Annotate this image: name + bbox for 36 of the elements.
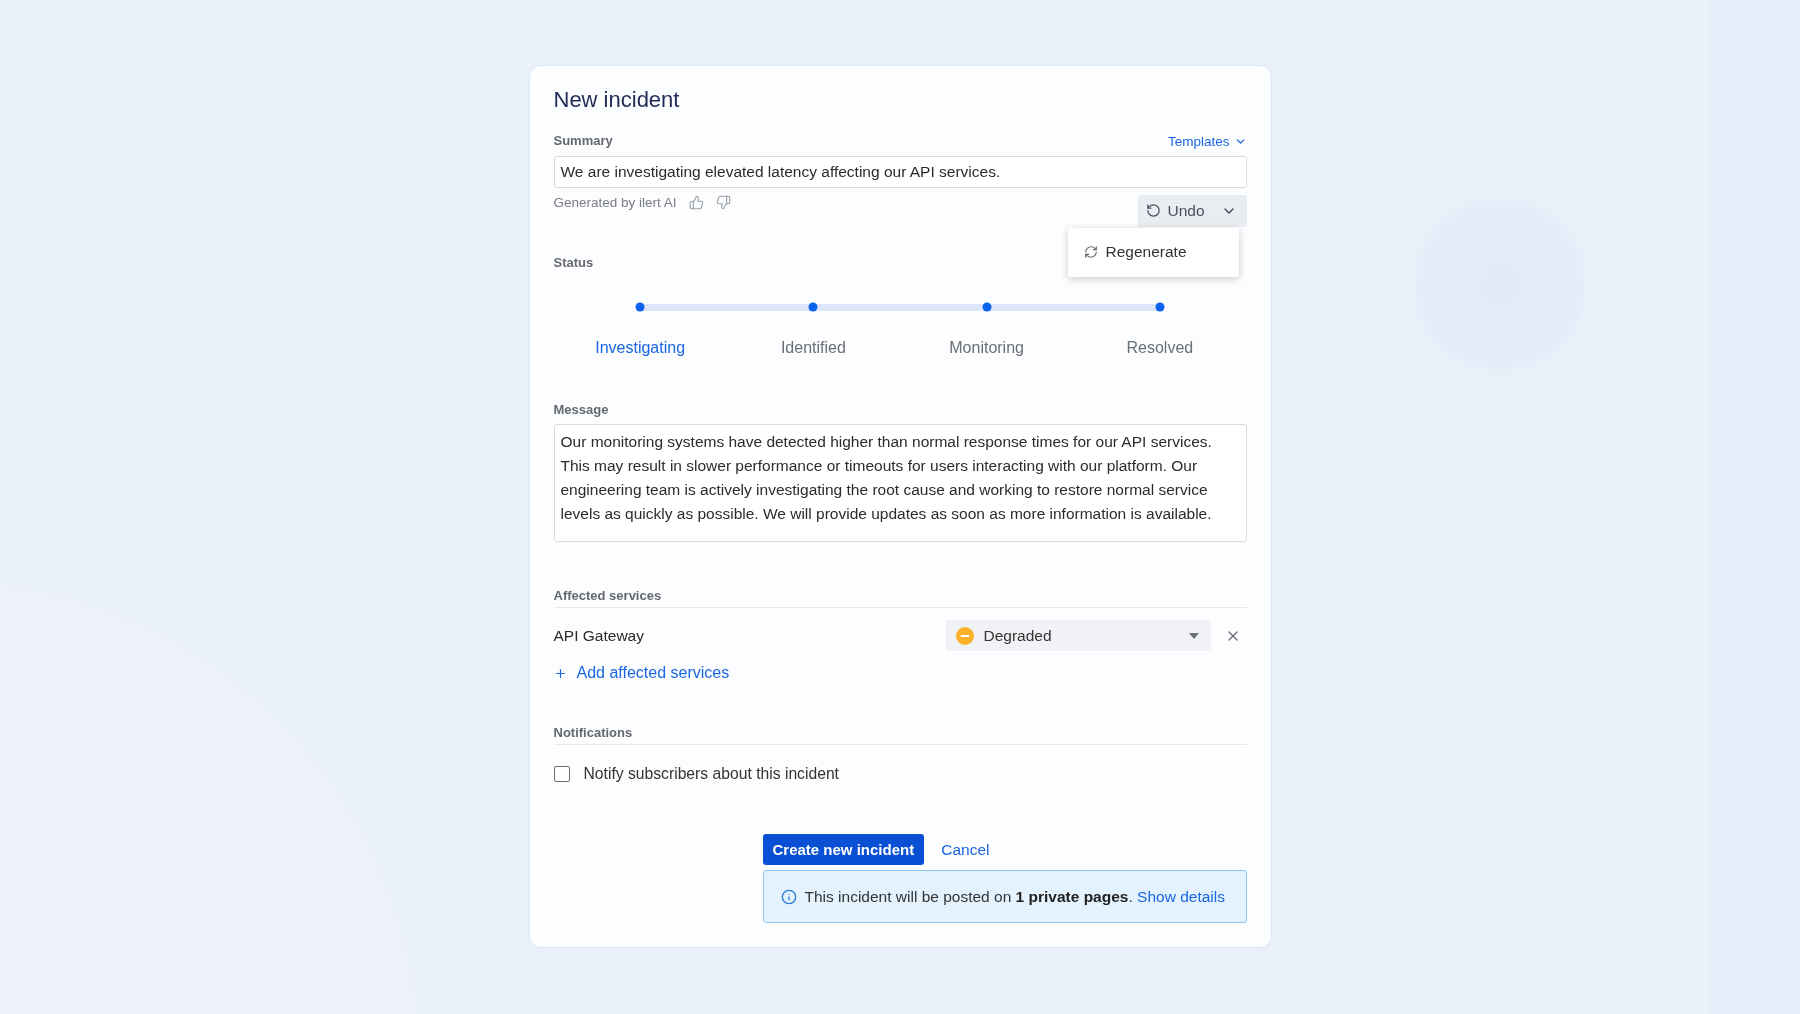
step-dot-icon[interactable] xyxy=(808,302,818,312)
summary-field[interactable]: We are investigating elevated latency affecting our API services. xyxy=(553,156,1247,188)
info-icon xyxy=(780,888,797,905)
menu-item[interactable]: Regenerate xyxy=(1067,227,1239,277)
undo-button[interactable]: Undo xyxy=(1137,194,1247,227)
step-dot-icon[interactable] xyxy=(1155,302,1165,312)
templates-link[interactable]: Templates xyxy=(1167,133,1247,149)
thumbs-down-icon[interactable] xyxy=(715,195,731,211)
status-step[interactable]: Investigating xyxy=(595,337,686,358)
show-details-link[interactable]: Show details xyxy=(1137,887,1225,905)
section-heading: Notifications xyxy=(553,724,633,743)
status-step[interactable]: Resolved xyxy=(1126,337,1194,358)
message-label: Message xyxy=(553,400,609,419)
summary-label: Summary xyxy=(553,132,613,150)
cancel-link[interactable]: Cancel xyxy=(941,840,990,859)
info-message: This incident will be posted on 1 private pages. Show details xyxy=(804,887,1225,906)
step-dot-icon[interactable] xyxy=(982,302,992,312)
checkbox[interactable] xyxy=(553,766,570,783)
dialog-title: New incident xyxy=(553,86,680,114)
service-name: API Gateway xyxy=(553,626,644,645)
thumbs-up-icon[interactable] xyxy=(688,195,704,211)
status-step[interactable]: Monitoring xyxy=(949,337,1024,358)
undo-icon xyxy=(1145,203,1161,219)
section-heading: Affected services xyxy=(553,587,662,606)
checkbox-label: Notify subscribers about this incident xyxy=(583,765,839,784)
status-dropdown[interactable]: Degraded xyxy=(945,620,1211,652)
step-dot-icon[interactable] xyxy=(635,302,645,312)
plus-icon xyxy=(553,666,567,680)
caret-down-icon xyxy=(1188,632,1199,639)
status-label: Status xyxy=(553,253,594,272)
refresh-icon xyxy=(1083,245,1098,260)
ai-generated-note: Generated by ilert AI xyxy=(553,195,677,211)
add-services-link[interactable]: Add affected services xyxy=(553,663,730,684)
message-field[interactable]: Our monitoring systems have detected higher than normal response times for our API services. This may result in slower performance or timeouts for users interacting with our platform. Our engineering team is actively investigating the root cause and working to restore normal service levels as quickly as possible. We will provide updates as soon as more information is available. xyxy=(553,423,1247,543)
create-incident-button[interactable]: Create new incident xyxy=(762,834,925,865)
status-step[interactable]: Identified xyxy=(780,337,846,358)
